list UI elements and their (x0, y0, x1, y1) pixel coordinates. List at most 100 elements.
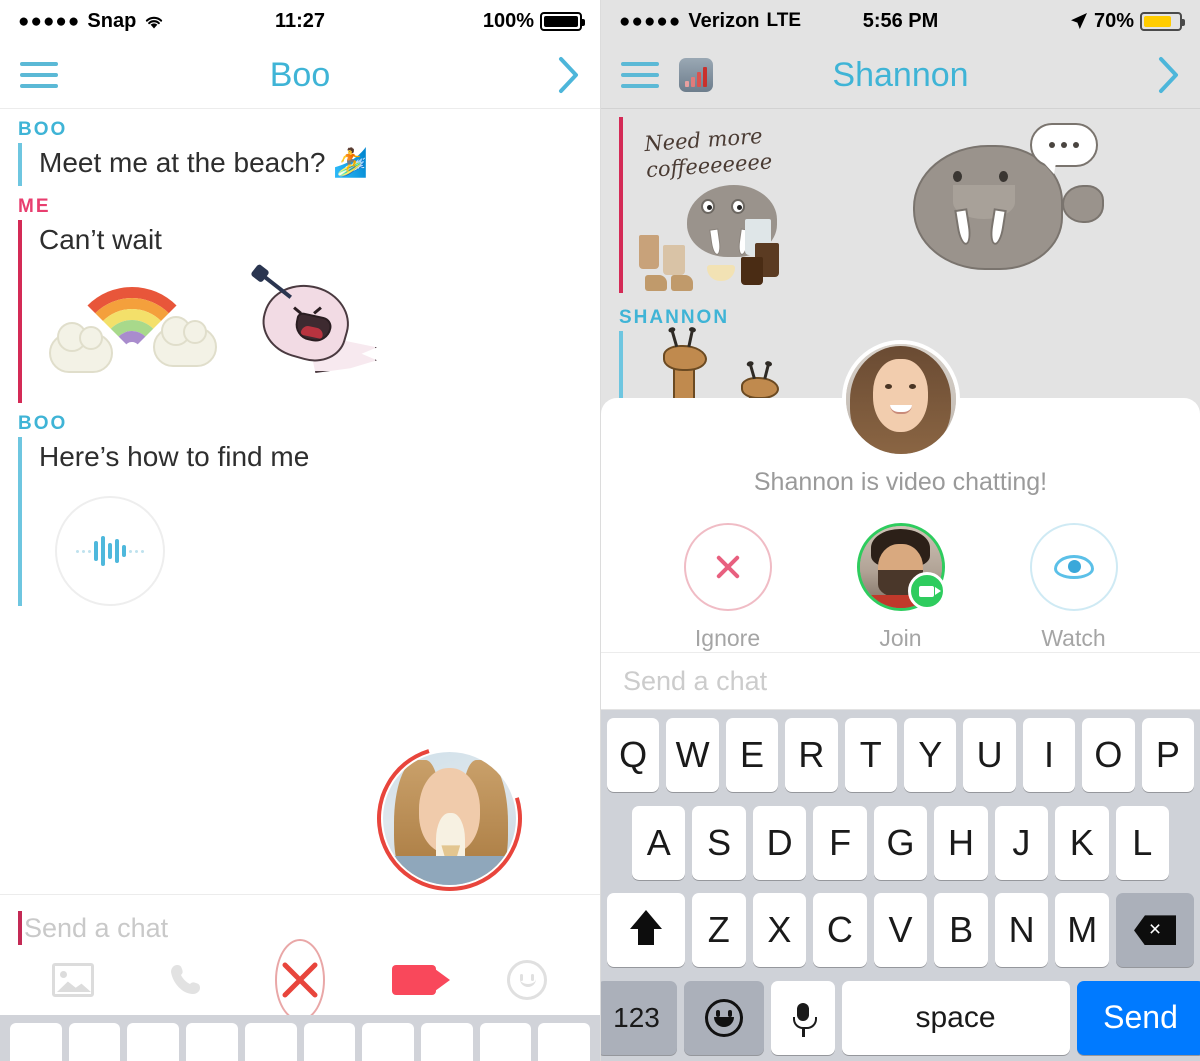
chevron-right-icon[interactable] (1158, 56, 1180, 94)
microphone-icon[interactable] (770, 980, 835, 1055)
keyboard-row-3: Z X C V B N M (604, 893, 1197, 968)
status-left: ●●●●● Verizon LTE (619, 10, 801, 33)
left-chat-list[interactable]: BOO Meet me at the beach? 🏄 ME Can’t wai… (0, 109, 600, 606)
keyboard-row-2: A S D F G H J K L (604, 805, 1197, 880)
key-y[interactable]: Y (904, 718, 957, 792)
left-nav-bar: Boo (0, 42, 600, 109)
battery-icon (540, 11, 585, 31)
waveform-icon (76, 533, 144, 569)
join-button[interactable]: Join (826, 523, 976, 652)
wifi-icon (143, 13, 165, 29)
left-compose-bar: Send a chat (0, 894, 600, 1021)
video-chat-actions: Ignore Join Watch (601, 523, 1200, 652)
signal-dots-icon: ●●●●● (619, 10, 682, 32)
message-sender: SHANNON (619, 307, 730, 328)
text-caret (18, 911, 22, 945)
message-group: BOO Meet me at the beach? 🏄 (0, 109, 600, 186)
right-nav-bar: Shannon (601, 42, 1200, 109)
message-text: Here’s how to find me (39, 441, 310, 472)
key-top[interactable] (420, 1023, 473, 1061)
selfie-bubble[interactable] (351, 720, 548, 917)
key-z[interactable]: Z (691, 893, 746, 968)
sticker-row (39, 263, 600, 403)
key-top[interactable] (127, 1023, 180, 1061)
eye-icon (1029, 523, 1118, 611)
key-u[interactable]: U (963, 718, 1016, 792)
shannon-avatar[interactable] (841, 340, 960, 458)
photo-icon[interactable] (48, 955, 98, 1005)
hamburger-icon[interactable] (621, 62, 659, 88)
ignore-button[interactable]: Ignore (653, 523, 803, 652)
key-d[interactable]: D (752, 805, 807, 880)
key-s[interactable]: S (692, 805, 746, 880)
key-p[interactable]: P (1141, 718, 1195, 792)
send-button[interactable]: Send (1076, 980, 1200, 1055)
key-m[interactable]: M (1055, 893, 1110, 968)
key-l[interactable]: L (1115, 805, 1169, 880)
location-arrow-icon (1070, 12, 1088, 30)
key-top[interactable] (362, 1023, 414, 1061)
hamburger-icon[interactable] (20, 62, 58, 88)
watch-button[interactable]: Watch (999, 523, 1149, 652)
key-top[interactable] (244, 1023, 297, 1061)
key-c[interactable]: C (813, 893, 867, 968)
key-top[interactable] (479, 1023, 532, 1061)
smiley-icon[interactable] (502, 955, 552, 1005)
coffee-walrus-sticker: Need more coffeeeeeee (637, 123, 887, 293)
key-i[interactable]: I (1022, 718, 1076, 792)
key-x[interactable]: X (752, 893, 807, 968)
key-k[interactable]: K (1055, 805, 1109, 880)
key-e[interactable]: E (725, 718, 779, 792)
left-toolbar (0, 939, 600, 1021)
close-icon[interactable] (275, 939, 325, 1021)
key-n[interactable]: N (994, 893, 1049, 968)
numbers-key[interactable]: 123 (601, 980, 677, 1055)
key-j[interactable]: J (994, 805, 1049, 880)
key-b[interactable]: B (934, 893, 988, 968)
video-camera-icon[interactable] (389, 955, 450, 1005)
dual-screenshot: ●●●●● Snap 11:27 100% Boo BOO Meet me at… (0, 0, 1200, 1061)
space-key[interactable]: space (841, 980, 1070, 1055)
key-top[interactable] (186, 1023, 238, 1061)
network-label: LTE (766, 10, 802, 31)
battery-icon (1140, 11, 1185, 31)
cloud-icon (49, 322, 113, 373)
key-w[interactable]: W (666, 718, 719, 792)
right-chat-input[interactable]: Send a chat (601, 652, 1200, 710)
key-g[interactable]: G (873, 805, 928, 880)
message-text: Meet me at the beach? 🏄 (39, 147, 369, 178)
shift-icon[interactable] (606, 893, 685, 968)
audio-note-button[interactable] (55, 496, 165, 606)
phone-icon[interactable] (162, 955, 212, 1005)
message-body: Can’t wait (18, 220, 600, 403)
message-sender: ME (18, 196, 51, 217)
key-f[interactable]: F (813, 805, 867, 880)
key-t[interactable]: T (844, 718, 897, 792)
signal-dots-icon: ●●●●● (18, 10, 81, 32)
sticker-caption: Need more coffeeeeeee (643, 123, 774, 183)
message-group: Need more coffeeeeeee (601, 109, 1200, 293)
key-o[interactable]: O (1082, 718, 1135, 792)
key-h[interactable]: H (934, 805, 988, 880)
key-a[interactable]: A (632, 805, 686, 880)
key-top[interactable] (303, 1023, 356, 1061)
key-top[interactable] (10, 1023, 62, 1061)
signal-bars-icon[interactable] (679, 58, 713, 92)
video-chat-status: Shannon is video chatting! (753, 468, 1048, 496)
chevron-right-icon[interactable] (558, 56, 580, 94)
delete-icon[interactable] (1116, 893, 1195, 968)
page-title: Boo (269, 55, 331, 94)
key-v[interactable]: V (873, 893, 928, 968)
key-r[interactable]: R (785, 718, 838, 792)
message-group: ME Can’t wait (0, 186, 600, 403)
left-phone-screen: ●●●●● Snap 11:27 100% Boo BOO Meet me at… (0, 0, 600, 1061)
key-top[interactable] (538, 1023, 591, 1061)
video-camera-badge-icon (907, 572, 946, 610)
carrier-label: Snap (87, 9, 137, 32)
key-q[interactable]: Q (606, 718, 660, 792)
selfie-ring (351, 720, 548, 917)
keyboard-peek[interactable] (0, 1015, 600, 1061)
emoji-icon[interactable] (683, 980, 764, 1055)
key-top[interactable] (68, 1023, 121, 1061)
status-right: 70% (1070, 10, 1185, 33)
